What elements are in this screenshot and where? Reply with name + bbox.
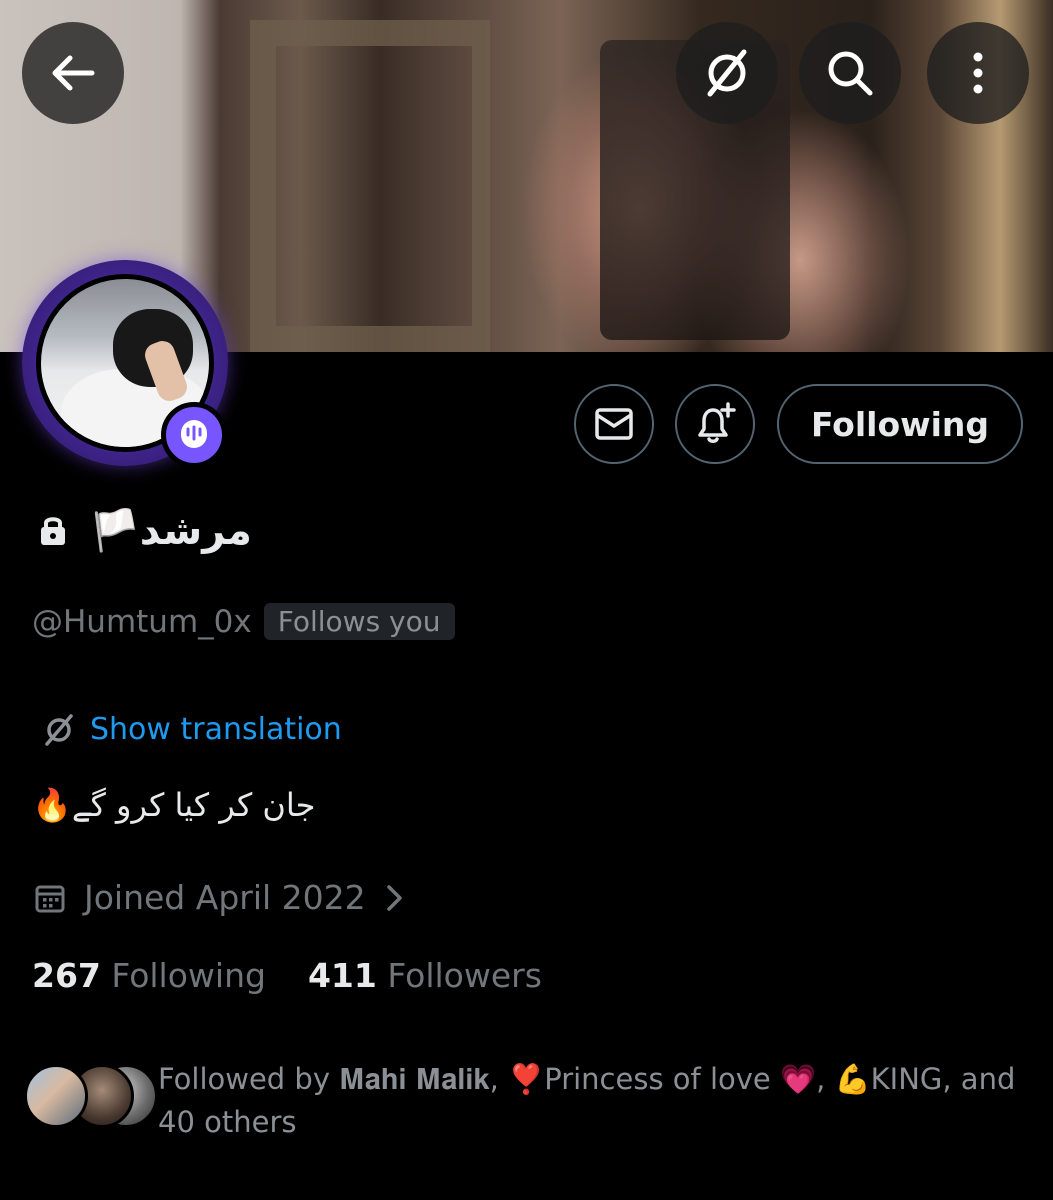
search-button[interactable] — [799, 22, 901, 124]
mutual-followers-avatars[interactable] — [24, 1064, 158, 1130]
mail-icon — [595, 408, 633, 440]
banner-frame-decoration — [250, 20, 490, 352]
joined-date: Joined April 2022 — [84, 878, 366, 917]
translate-button[interactable] — [676, 22, 778, 124]
follows-you-badge: Follows you — [263, 603, 455, 640]
following-stat[interactable]: 267 Following — [32, 956, 266, 995]
translate-icon — [707, 49, 747, 97]
bell-plus-icon — [698, 402, 736, 443]
microphone-icon — [181, 420, 207, 448]
user-handle: @Humtum_0x — [32, 603, 252, 640]
chevron-right-icon — [386, 884, 402, 911]
message-button[interactable] — [574, 384, 654, 464]
profile-bio: جان کر کیا کرو گے🔥 — [32, 786, 316, 824]
notifications-button[interactable] — [675, 384, 755, 464]
spaces-badge[interactable] — [161, 402, 227, 468]
arrow-left-icon — [52, 55, 95, 91]
followers-label: Followers — [387, 956, 542, 995]
back-button[interactable] — [22, 22, 124, 124]
show-translation-label[interactable]: Show translation — [90, 712, 342, 747]
search-icon — [828, 51, 873, 96]
show-translation-link[interactable]: Show translation — [42, 712, 342, 747]
followers-count: 411 — [307, 956, 377, 995]
more-vertical-icon — [973, 52, 983, 94]
calendar-icon — [35, 885, 65, 912]
lock-icon — [41, 517, 65, 545]
follow-stats: 267 Following 411 Followers — [32, 956, 542, 995]
following-label: Following — [111, 956, 266, 995]
following-count: 267 — [32, 956, 101, 995]
following-button[interactable]: Following — [777, 384, 1023, 464]
display-name: مرشد🏳️ — [90, 507, 252, 554]
joined-date-row[interactable]: Joined April 2022 — [34, 878, 406, 917]
followed-by-text[interactable]: Followed by 𝐌𝐚𝐡𝐢 𝐌𝐚𝐥𝐢𝐤, ❣️Princess of lo… — [158, 1058, 1038, 1144]
more-button[interactable] — [927, 22, 1029, 124]
translate-icon — [45, 713, 73, 746]
display-name-row: مرشد🏳️ — [36, 495, 252, 565]
avatar — [24, 1064, 88, 1128]
followers-stat[interactable]: 411 Followers — [308, 956, 542, 995]
handle-row: @Humtum_0x Follows you — [32, 603, 455, 640]
